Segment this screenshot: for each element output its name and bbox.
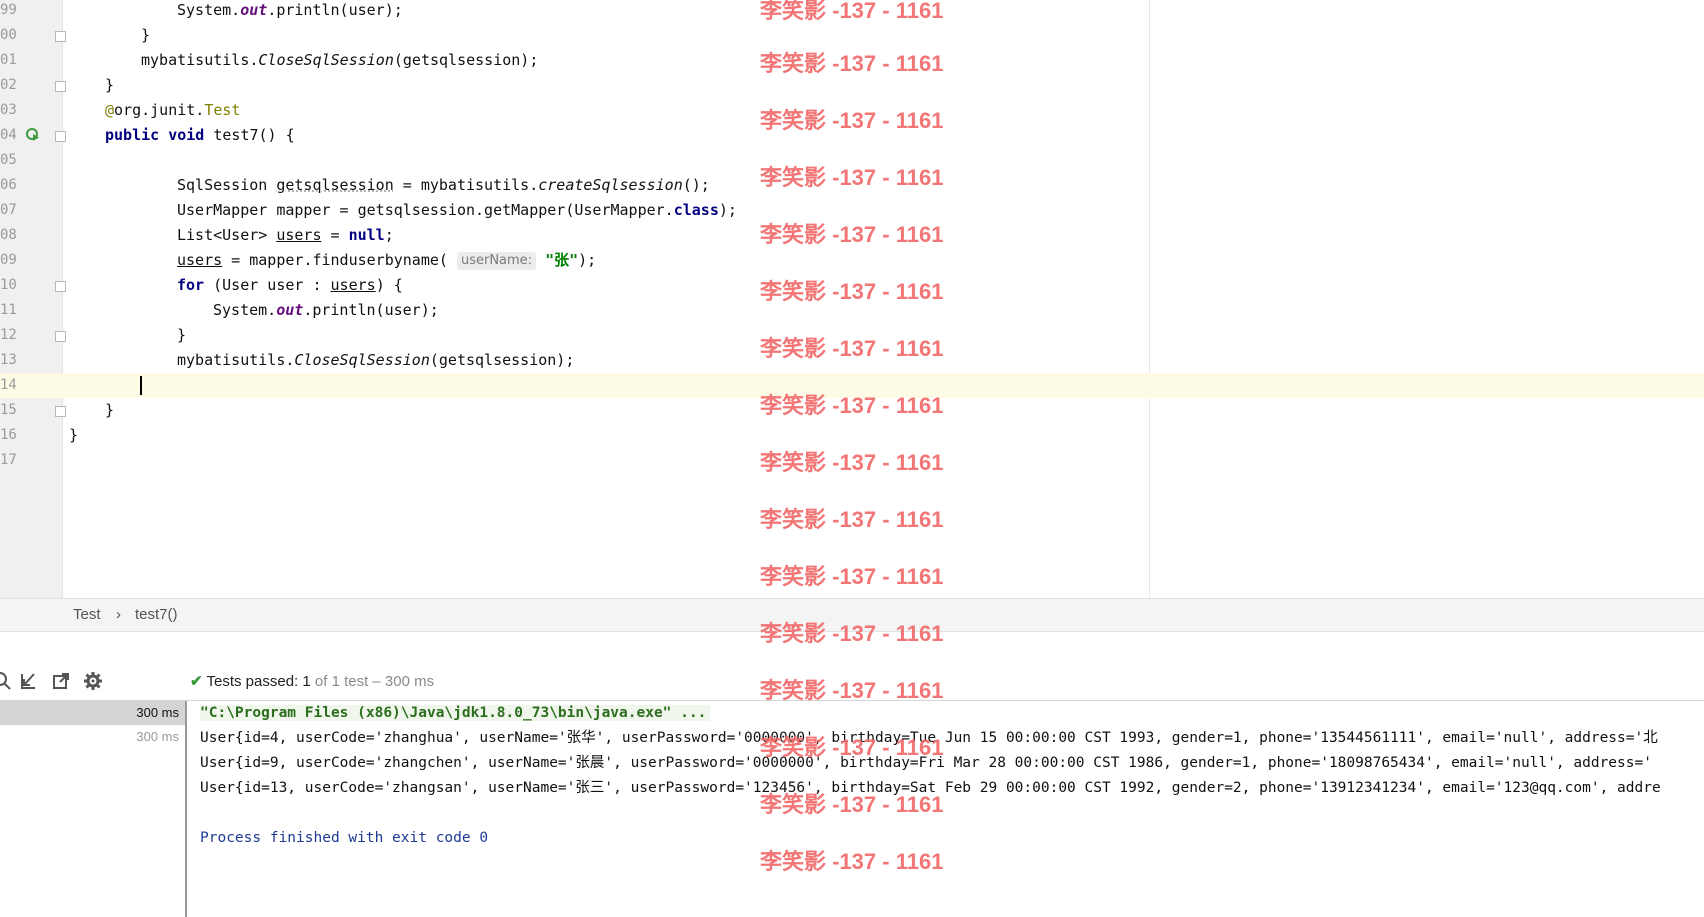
code-text: for (User user : users) { [177,276,403,294]
watermark: 李笑影 -137 - 1161 [760,735,944,760]
code-line[interactable]: 00 } [0,23,1704,48]
fold-marker-icon[interactable] [55,81,66,92]
code-text: } [69,426,79,444]
line-number: 05 [0,152,17,168]
line-number: 14 [0,377,17,393]
line-number: 17 [0,452,17,468]
code-text: users = mapper.finduserbyname( userName:… [177,251,597,270]
watermark: 李笑影 -137 - 1161 [760,336,944,361]
watermark: 李笑影 -137 - 1161 [760,51,944,76]
code-text: SqlSession getsqlsession = mybatisutils.… [177,176,710,194]
line-number: 10 [0,277,17,293]
code-text: public void test7() { [105,126,295,144]
line-number: 13 [0,352,17,368]
console-command: "C:\Program Files (x86)\Java\jdk1.8.0_73… [200,705,711,721]
line-number: 06 [0,177,17,193]
watermark: 李笑影 -137 - 1161 [760,108,944,133]
code-text: } [141,26,151,44]
fold-marker-icon[interactable] [55,131,66,142]
parameter-hint: userName: [456,252,537,270]
line-number: 08 [0,227,17,243]
line-number: 03 [0,102,17,118]
line-number: 02 [0,77,17,93]
breadcrumb-method[interactable]: test7() [135,606,178,623]
watermark: 李笑影 -137 - 1161 [760,678,944,703]
watermark: 李笑影 -137 - 1161 [760,0,944,23]
watermark: 李笑影 -137 - 1161 [760,450,944,475]
status-count: 1 [302,673,311,690]
fold-marker-icon[interactable] [55,281,66,292]
checkmark-icon: ✔ [190,673,203,690]
search-icon[interactable] [0,671,12,691]
watermark: 李笑影 -137 - 1161 [760,621,944,646]
line-number: 12 [0,327,17,343]
code-text: UserMapper mapper = getsqlsession.getMap… [177,201,737,219]
code-text: mybatisutils.CloseSqlSession(getsqlsessi… [141,51,539,69]
code-text: System.out.println(user); [177,1,403,19]
line-number: 07 [0,202,17,218]
run-test-icon[interactable] [26,128,40,142]
line-number: 16 [0,427,17,443]
fold-marker-icon[interactable] [55,31,66,42]
fold-marker-icon[interactable] [55,406,66,417]
console-exit-line: Process finished with exit code 0 [200,830,489,846]
line-number: 11 [0,302,17,318]
collapse-all-icon[interactable] [18,671,38,691]
status-detail: of 1 test – 300 ms [314,673,435,690]
watermark: 李笑影 -137 - 1161 [760,165,944,190]
code-text: System.out.println(user); [213,301,439,319]
line-number: 04 [0,127,17,143]
line-number: 99 [0,2,17,18]
fold-marker-icon[interactable] [55,331,66,342]
line-number: 01 [0,52,17,68]
test-tree-row[interactable]: 300 ms [0,701,185,725]
watermark: 李笑影 -137 - 1161 [760,849,944,874]
code-text: } [105,76,115,94]
code-text: } [105,401,115,419]
test-tree-row[interactable]: 300 ms [0,725,185,749]
test-tree: 300 ms 300 ms [0,701,187,917]
status-label: Tests passed: [206,673,299,690]
line-number: 09 [0,252,17,268]
text-caret [140,376,142,395]
line-number: 15 [0,402,17,418]
watermark: 李笑影 -137 - 1161 [760,393,944,418]
line-number: 00 [0,27,17,43]
watermark: 李笑影 -137 - 1161 [760,507,944,532]
test-status: ✔ Tests passed: 1 of 1 test – 300 ms [190,672,434,690]
code-line[interactable]: 09 users = mapper.finduserbyname( userNa… [0,248,1704,273]
export-icon[interactable] [51,671,71,691]
watermark: 李笑影 -137 - 1161 [760,222,944,247]
watermark: 李笑影 -137 - 1161 [760,792,944,817]
gear-icon[interactable] [83,671,103,691]
watermark: 李笑影 -137 - 1161 [760,564,944,589]
watermark: 李笑影 -137 - 1161 [760,279,944,304]
code-text: mybatisutils.CloseSqlSession(getsqlsessi… [177,351,575,369]
breadcrumb-class[interactable]: Test [73,606,101,623]
code-text: } [177,326,187,344]
code-text: List<User> users = null; [177,226,394,244]
breadcrumb-separator: › [116,606,121,623]
code-text: @org.junit.Test [105,101,241,119]
